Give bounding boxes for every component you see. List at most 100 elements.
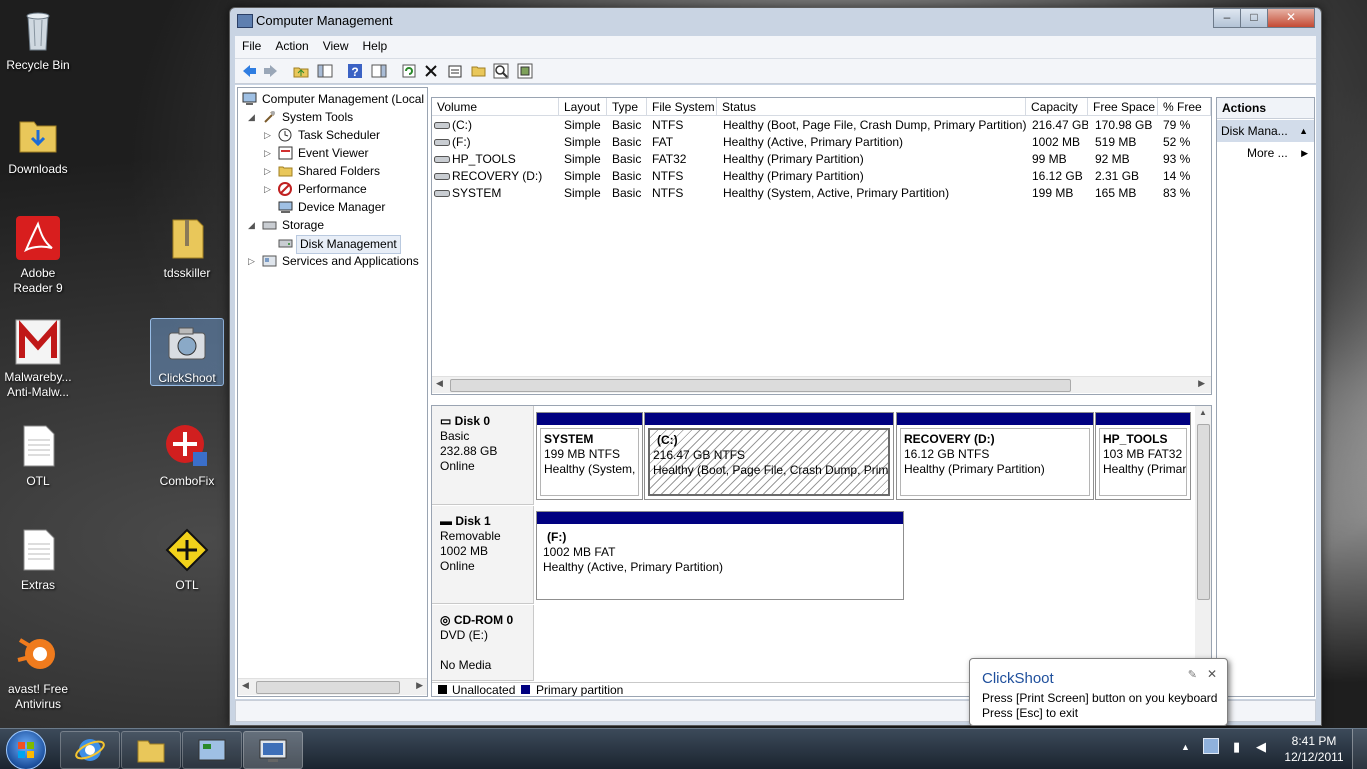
partition-recovery[interactable]: RECOVERY (D:) 16.12 GB NTFS Healthy (Pri… [896, 412, 1094, 500]
column-header-capacity[interactable]: Capacity [1026, 98, 1088, 116]
volume-cell: 199 MB [1032, 186, 1074, 200]
back-arrow-icon[interactable] [241, 63, 257, 79]
collapse-arrow-icon[interactable]: ◢ [248, 109, 257, 126]
desktop-icon-adobe-reader[interactable]: Adobe Reader 9 [0, 214, 76, 296]
volume-cell[interactable]: HP_TOOLS [452, 151, 557, 168]
taskbar-explorer[interactable] [121, 731, 181, 769]
title-bar[interactable]: Computer Management – □ ✕ [230, 8, 1321, 34]
volume-cell[interactable]: (C:) [452, 117, 557, 134]
forward-arrow-icon[interactable] [263, 63, 279, 79]
desktop-icon-avast[interactable]: avast! Free Antivirus [0, 630, 76, 712]
scroll-left-icon[interactable]: ◀ [436, 378, 443, 389]
disk-graphical-view: ▭ Disk 0 Basic 232.88 GB Online SYSTEM 1… [431, 405, 1212, 697]
disk1-label[interactable]: ▬ Disk 1 Removable 1002 MB Online [432, 506, 534, 604]
close-button[interactable]: ✕ [1267, 8, 1315, 28]
legend-primary: Primary partition [536, 683, 624, 697]
show-hidden-icons-icon[interactable]: ▲ [1181, 742, 1190, 752]
actions-pane: Actions Disk Mana... ▲ More ... ▶ [1216, 97, 1315, 697]
actions-section-disk-management[interactable]: Disk Mana... ▲ [1217, 120, 1314, 142]
search-icon[interactable] [493, 63, 509, 79]
volume-muted-icon[interactable]: ◀ [1256, 739, 1266, 755]
open-folder-icon[interactable] [471, 63, 487, 79]
minimize-button[interactable]: – [1213, 8, 1241, 28]
disk0-label[interactable]: ▭ Disk 0 Basic 232.88 GB Online [432, 406, 534, 505]
column-header-free-space[interactable]: Free Space [1088, 98, 1158, 116]
tree-label: Services and Applications [282, 254, 419, 268]
show-hide-action-pane-icon[interactable] [371, 63, 387, 79]
help-icon[interactable]: ? [347, 63, 363, 79]
menu-help[interactable]: Help [356, 36, 395, 56]
desktop-icon-malwarebytes[interactable]: Malwareby... Anti-Malw... [0, 318, 76, 400]
partition-system[interactable]: SYSTEM 199 MB NTFS Healthy (System, [536, 412, 643, 500]
scroll-right-icon[interactable]: ▶ [416, 680, 423, 691]
folder-icon [14, 110, 62, 158]
taskbar-computer-management[interactable] [243, 731, 303, 769]
volume-cell: 92 MB [1095, 152, 1130, 166]
scroll-up-icon[interactable]: ▲ [1199, 408, 1207, 417]
settings-icon[interactable] [517, 63, 533, 79]
desktop-icon-otl-app[interactable]: OTL [149, 526, 225, 593]
desktop-icon-combofix[interactable]: ComboFix [149, 422, 225, 489]
desktop-icon-tdsskiller[interactable]: tdsskiller [149, 214, 225, 281]
power-icon[interactable]: ▮ [1233, 739, 1240, 755]
scroll-thumb[interactable] [256, 681, 400, 694]
expand-arrow-icon[interactable]: ▷ [264, 163, 273, 180]
desktop-icon-extras[interactable]: Extras [0, 526, 76, 593]
volume-drive-icon [434, 190, 450, 197]
partition-size: 216.47 GB NTFS [653, 448, 746, 462]
scroll-left-icon[interactable]: ◀ [242, 680, 249, 691]
column-header-volume[interactable]: Volume [432, 98, 559, 116]
refresh-icon[interactable] [401, 63, 417, 79]
column-header-layout[interactable]: Layout [559, 98, 607, 116]
collapse-arrow-icon[interactable]: ◢ [248, 217, 257, 234]
desktop-icon-otl-text[interactable]: OTL [0, 422, 76, 489]
scroll-thumb[interactable] [1197, 424, 1210, 600]
volume-cell: Simple [564, 152, 601, 166]
show-desktop-button[interactable] [1352, 729, 1367, 769]
desktop-icon-recycle-bin[interactable]: Recycle Bin [0, 6, 76, 73]
column-header-file-system[interactable]: File System [647, 98, 717, 116]
menu-action[interactable]: Action [268, 36, 315, 56]
partition-c[interactable]: (C:) 216.47 GB NTFS Healthy (Boot, Page … [644, 412, 894, 500]
pin-icon[interactable]: ✎ [1188, 668, 1197, 681]
expand-arrow-icon[interactable]: ▷ [248, 253, 257, 270]
partition-f[interactable]: (F:) 1002 MB FAT Healthy (Active, Primar… [536, 511, 904, 600]
balloon-close-icon[interactable]: ✕ [1207, 667, 1217, 681]
menu-view[interactable]: View [316, 36, 356, 56]
desktop-icon-downloads[interactable]: Downloads [0, 110, 76, 177]
console-tree: Computer Management (Local ◢ System Tool… [237, 87, 428, 697]
expand-arrow-icon[interactable]: ▷ [264, 127, 273, 144]
column-header-status[interactable]: Status [717, 98, 1026, 116]
scroll-thumb[interactable] [450, 379, 1071, 392]
scroll-right-icon[interactable]: ▶ [1198, 378, 1205, 389]
clickshoot-tray-icon[interactable] [1203, 738, 1219, 754]
partition-hp-tools[interactable]: HP_TOOLS 103 MB FAT32 Healthy (Primar [1095, 412, 1191, 500]
delete-icon[interactable] [423, 63, 439, 79]
actions-more[interactable]: More ... ▶ [1217, 142, 1314, 164]
show-hide-tree-icon[interactable] [317, 63, 333, 79]
expand-arrow-icon[interactable]: ▷ [264, 181, 273, 198]
column-header-type[interactable]: Type [607, 98, 647, 116]
disk-vertical-scrollbar[interactable]: ▲ [1195, 406, 1211, 681]
clock[interactable]: 8:41 PM 12/12/2011 [1282, 733, 1346, 765]
start-button[interactable] [6, 730, 46, 769]
up-folder-icon[interactable] [293, 63, 309, 79]
properties-icon[interactable] [447, 63, 463, 79]
device-manager-icon [278, 201, 293, 213]
maximize-button[interactable]: □ [1240, 8, 1268, 28]
volume-horizontal-scrollbar[interactable]: ◀ ▶ [432, 376, 1211, 393]
taskbar-internet-explorer[interactable] [60, 731, 120, 769]
volume-cell[interactable]: RECOVERY (D:) [452, 168, 557, 185]
desktop-icon-label: Adobe Reader 9 [13, 266, 63, 295]
volume-cell[interactable]: SYSTEM [452, 185, 557, 202]
column-header-percent-free[interactable]: % Free [1158, 98, 1211, 116]
desktop-icon-clickshoot[interactable]: ClickShoot [150, 318, 224, 386]
notification-balloon[interactable]: ClickShoot ✎ ✕ Press [Print Screen] butt… [969, 658, 1228, 726]
tree-horizontal-scrollbar[interactable]: ◀ ▶ [238, 678, 427, 695]
taskbar-control-panel[interactable] [182, 731, 242, 769]
menu-file[interactable]: File [235, 36, 268, 56]
expand-arrow-icon[interactable]: ▷ [264, 145, 273, 162]
volume-cell[interactable]: (F:) [452, 134, 557, 151]
cdrom-label[interactable]: ◎ CD-ROM 0 DVD (E:) No Media [432, 605, 534, 681]
disk-type: Removable [440, 529, 501, 543]
